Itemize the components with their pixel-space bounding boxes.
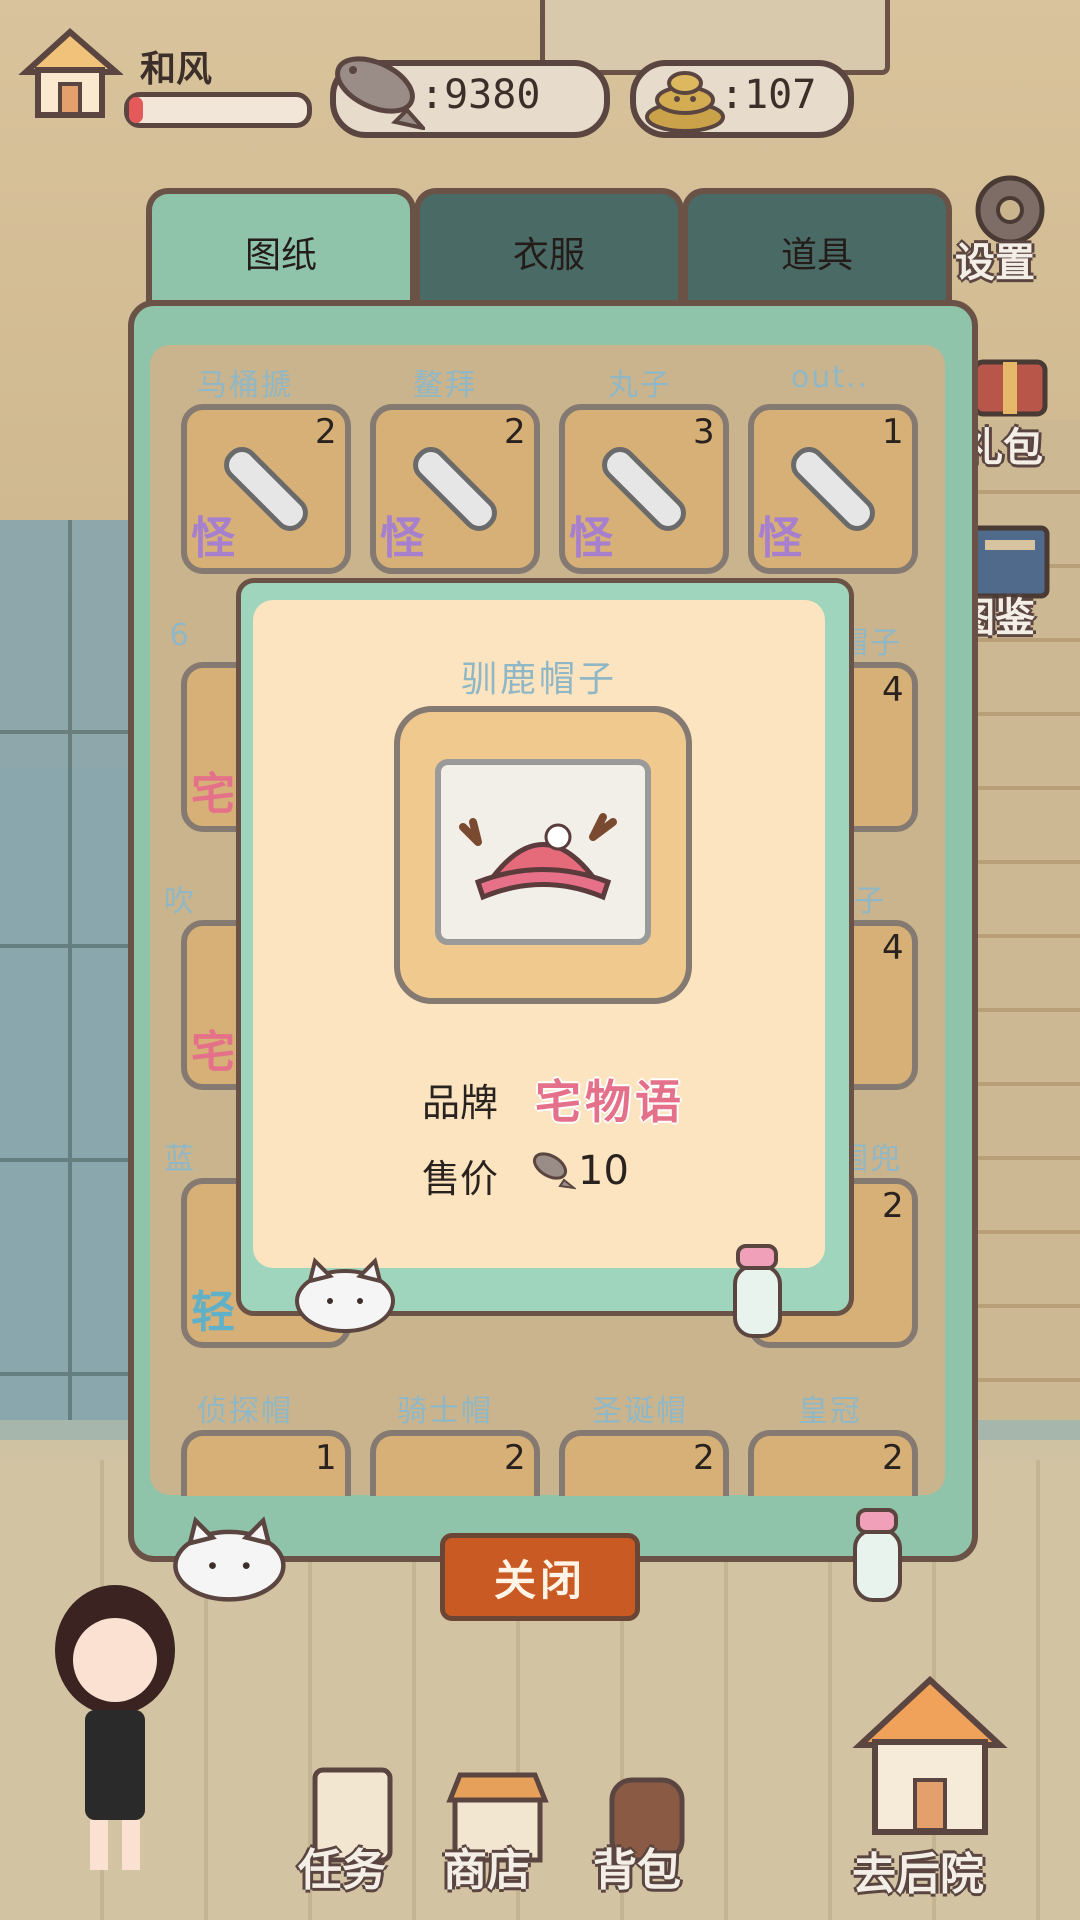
tab-label: 图纸: [244, 235, 317, 276]
brand-tag: 怪: [380, 513, 424, 564]
settings-label: 设置: [955, 240, 1035, 286]
item-name: 侦探帽: [197, 1394, 293, 1429]
fish-icon: [335, 56, 425, 130]
cat-icon: [295, 1257, 395, 1333]
popup-item-image: [394, 706, 692, 1004]
nav-tasks-label: 任务: [298, 1845, 386, 1896]
item-count: 4: [882, 928, 904, 968]
brand-tag: 怪: [758, 513, 802, 564]
house-icon: [852, 1675, 1008, 1835]
item-name: 马桶搋: [197, 368, 293, 403]
player-name: 和风: [140, 49, 213, 90]
bottle-icon: [853, 1508, 902, 1602]
nav-backpack-label: 背包: [593, 1845, 681, 1896]
inventory-slot[interactable]: 怪 2: [370, 404, 540, 574]
item-name: 丸子: [608, 368, 672, 403]
item-name: 圣诞帽: [592, 1394, 688, 1429]
tab-clothes[interactable]: 衣服: [414, 188, 684, 310]
item-name: 吹: [164, 884, 196, 919]
brand-tag: 宅: [191, 1027, 235, 1078]
inventory-slot[interactable]: 2: [559, 1430, 729, 1496]
inventory-slot[interactable]: 2: [748, 1430, 918, 1496]
inventory-slot[interactable]: 怪 3: [559, 404, 729, 574]
poop-amount: :107: [720, 72, 817, 118]
character-avatar[interactable]: [30, 1560, 200, 1890]
item-count: 2: [693, 1438, 715, 1478]
brand-label: 品牌: [422, 1081, 499, 1125]
house-level-icon[interactable]: [18, 22, 123, 122]
item-count: 1: [882, 412, 904, 452]
inventory-slot[interactable]: 怪 2: [181, 404, 351, 574]
item-name: 蓝: [164, 1142, 196, 1177]
nav-shop-button[interactable]: 商店: [435, 1760, 565, 1910]
item-count: 4: [882, 670, 904, 710]
inventory-slot[interactable]: 1: [181, 1430, 351, 1496]
item-count: 2: [315, 412, 337, 452]
inventory-slot[interactable]: 怪 1: [748, 404, 918, 574]
brand-tag: 怪: [569, 513, 613, 564]
brand-tag: 宅: [191, 769, 235, 820]
nav-backyard-label: 去后院: [852, 1849, 984, 1900]
nav-shop-label: 商店: [443, 1845, 531, 1896]
brand-tag: 轻: [191, 1287, 235, 1338]
nav-tasks-button[interactable]: 任务: [290, 1760, 420, 1910]
item-name: 鳌拜: [413, 368, 477, 403]
nav-backyard-button[interactable]: 去后院: [800, 1670, 1060, 1910]
inventory-slot[interactable]: 2: [370, 1430, 540, 1496]
brand-value: 宅物语: [535, 1075, 685, 1129]
item-count: 2: [504, 1438, 526, 1478]
price-value: 10: [578, 1148, 629, 1194]
tab-blueprints[interactable]: 图纸: [146, 188, 416, 310]
fish-amount: :9380: [420, 72, 541, 118]
reindeer-hat-blueprint-icon: [435, 759, 651, 945]
background-tiles: [0, 520, 140, 1420]
fish-icon: [532, 1152, 576, 1190]
brand-tag: 怪: [191, 513, 235, 564]
settings-button[interactable]: 设置: [955, 170, 1065, 286]
item-count: 2: [504, 412, 526, 452]
item-name: out..: [790, 360, 870, 395]
tab-label: 衣服: [512, 235, 585, 276]
poop-icon: [645, 71, 725, 133]
close-button[interactable]: 关闭: [440, 1533, 640, 1621]
tab-label: 道具: [780, 235, 853, 276]
popup-item-title: 驯鹿帽子: [460, 659, 617, 700]
xp-bar-fill: [129, 97, 144, 123]
close-label: 关闭: [493, 1555, 586, 1605]
tab-items[interactable]: 道具: [682, 188, 952, 310]
xp-bar: [124, 92, 312, 128]
item-count: 2: [882, 1186, 904, 1226]
item-name: 6: [169, 618, 191, 653]
bottle-icon: [733, 1244, 782, 1338]
item-count: 3: [693, 412, 715, 452]
nav-backpack-button[interactable]: 背包: [585, 1760, 715, 1910]
item-name: 皇冠: [798, 1394, 862, 1429]
item-count: 2: [882, 1438, 904, 1478]
price-label: 售价: [422, 1157, 499, 1201]
item-count: 1: [315, 1438, 337, 1478]
item-name: 骑士帽: [397, 1394, 493, 1429]
